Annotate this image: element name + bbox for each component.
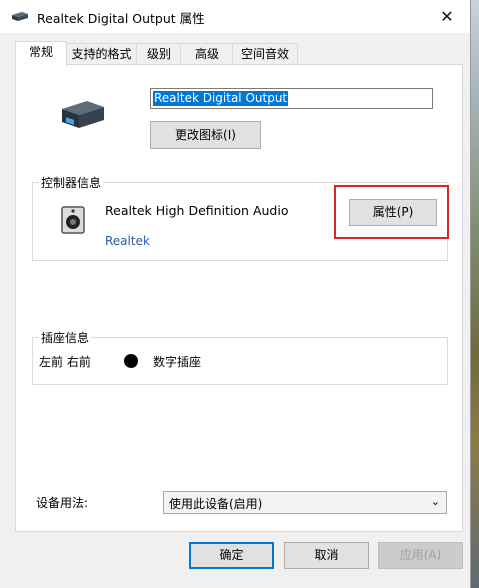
jack-type: 数字插座 bbox=[153, 355, 202, 369]
jack-info-label: 插座信息 bbox=[39, 329, 92, 346]
general-tab-panel: Realtek Digital Output 更改图标(I) 控制器信息 Rea… bbox=[15, 64, 463, 532]
apply-button[interactable]: 应用(A) bbox=[378, 542, 463, 569]
change-icon-button[interactable]: 更改图标(I) bbox=[150, 121, 261, 149]
tab-spatial-sound[interactable]: 空间音效 bbox=[232, 43, 298, 65]
title-bar: Realtek Digital Output 属性 ✕ bbox=[0, 0, 470, 33]
properties-dialog: Realtek Digital Output 属性 ✕ 常规 支持的格式 级别 … bbox=[0, 0, 471, 588]
controller-info-label: 控制器信息 bbox=[39, 174, 104, 191]
jack-color-dot-icon bbox=[124, 354, 138, 368]
device-name-value: Realtek Digital Output bbox=[153, 91, 289, 106]
controller-properties-button[interactable]: 属性(P) bbox=[349, 199, 437, 226]
controller-vendor: Realtek bbox=[105, 234, 150, 248]
tab-advanced[interactable]: 高级 bbox=[180, 43, 234, 65]
jack-location: 左前 右前 bbox=[39, 355, 91, 369]
device-usage-value: 使用此设备(启用) bbox=[169, 497, 263, 511]
chevron-down-icon: ⌄ bbox=[430, 495, 440, 508]
tab-general[interactable]: 常规 bbox=[15, 41, 67, 66]
tab-supported-formats[interactable]: 支持的格式 bbox=[65, 43, 138, 65]
digital-output-device-icon bbox=[62, 101, 104, 128]
speaker-device-icon bbox=[12, 12, 28, 21]
close-icon: ✕ bbox=[440, 6, 454, 26]
device-usage-select[interactable]: 使用此设备(启用) ⌄ bbox=[163, 491, 447, 514]
sound-card-icon bbox=[61, 206, 85, 234]
controller-name: Realtek High Definition Audio bbox=[105, 203, 289, 218]
jack-info-group: 插座信息 左前 右前 数字插座 bbox=[32, 329, 448, 385]
cancel-button[interactable]: 取消 bbox=[284, 542, 369, 569]
controller-info-group: 控制器信息 Realtek High Definition Audio Real… bbox=[32, 174, 449, 261]
device-usage-label: 设备用法: bbox=[36, 496, 89, 510]
ok-button[interactable]: 确定 bbox=[189, 542, 274, 569]
device-name-field[interactable]: Realtek Digital Output bbox=[150, 88, 433, 109]
window-title: Realtek Digital Output 属性 bbox=[37, 11, 205, 26]
close-button[interactable]: ✕ bbox=[424, 0, 470, 32]
tab-levels[interactable]: 级别 bbox=[136, 43, 182, 65]
